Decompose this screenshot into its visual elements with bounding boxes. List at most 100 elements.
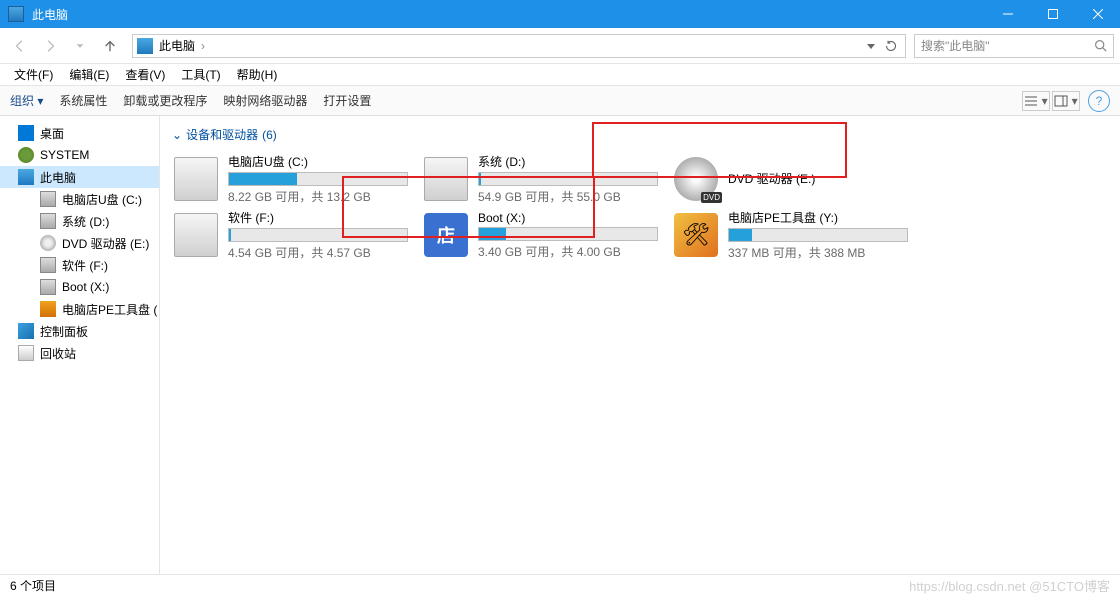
item-count: 6 个项目 — [10, 577, 56, 594]
tree-label: Boot (X:) — [62, 280, 109, 294]
disk-drive-icon — [174, 213, 218, 257]
tree-label: 控制面板 — [40, 323, 88, 340]
title-bar: 此电脑 — [0, 0, 1120, 28]
storage-bar — [228, 228, 408, 242]
search-input[interactable]: 搜索"此电脑" — [914, 34, 1114, 58]
cmd-sysprop[interactable]: 系统属性 — [59, 92, 107, 109]
drive-e[interactable]: DVD 驱动器 (E:) — [668, 151, 918, 207]
menu-edit[interactable]: 编辑(E) — [63, 64, 115, 85]
search-icon — [1094, 39, 1107, 52]
tree-label: 软件 (F:) — [62, 257, 108, 274]
window-title: 此电脑 — [32, 6, 68, 23]
storage-bar — [228, 172, 408, 186]
drive-x[interactable]: 店 Boot (X:) 3.40 GB 可用，共 4.00 GB — [418, 207, 668, 263]
nav-tree[interactable]: 桌面 SYSTEM 此电脑电脑店U盘 (C:) 系统 (D:) DVD 驱动器 (E:)… — [0, 116, 160, 574]
preview-pane-button[interactable]: ▾ — [1052, 91, 1080, 111]
pc-icon — [137, 38, 153, 54]
tree-label: DVD 驱动器 (E:) — [62, 235, 149, 252]
forward-button[interactable] — [36, 32, 64, 60]
group-title: 设备和驱动器 — [186, 126, 258, 143]
drive-icon — [40, 257, 56, 273]
storage-bar — [478, 227, 658, 241]
drive-name: 电脑店PE工具盘 (Y:) — [728, 209, 912, 226]
maximize-button[interactable] — [1030, 0, 1075, 28]
back-button[interactable] — [6, 32, 34, 60]
tree-drive-c[interactable]: 电脑店U盘 (C:) — [0, 188, 159, 210]
recycle-icon — [18, 345, 34, 361]
breadcrumb-sep: › — [201, 39, 205, 53]
menu-bar: 文件(F)编辑(E)查看(V)工具(T)帮助(H) — [0, 64, 1120, 86]
drive-name: 系统 (D:) — [478, 153, 662, 170]
cmd-settings[interactable]: 打开设置 — [323, 92, 371, 109]
refresh-button[interactable] — [881, 35, 901, 57]
tree-ctrl-panel[interactable]: 控制面板 — [0, 320, 159, 342]
storage-bar — [478, 172, 658, 186]
drive-y[interactable]: 电脑店PE工具盘 (Y:) 337 MB 可用，共 388 MB — [668, 207, 918, 263]
disk-drive-icon — [424, 157, 468, 201]
tree-drive-f[interactable]: 软件 (F:) — [0, 254, 159, 276]
drive-subtext: 8.22 GB 可用，共 13.2 GB — [228, 188, 412, 205]
minimize-button[interactable] — [985, 0, 1030, 28]
drive-subtext: 337 MB 可用，共 388 MB — [728, 244, 912, 261]
tree-drive-d[interactable]: 系统 (D:) — [0, 210, 159, 232]
drive-name: 软件 (F:) — [228, 209, 412, 226]
cmd-uninstall[interactable]: 卸载或更改程序 — [123, 92, 207, 109]
menu-tools[interactable]: 工具(T) — [175, 64, 226, 85]
tree-desktop[interactable]: 桌面 — [0, 122, 159, 144]
storage-bar — [728, 228, 908, 242]
nav-bar: 此电脑 › 搜索"此电脑" — [0, 28, 1120, 64]
drive-c[interactable]: 电脑店U盘 (C:) 8.22 GB 可用，共 13.2 GB — [168, 151, 418, 207]
desktop-icon — [18, 125, 34, 141]
close-button[interactable] — [1075, 0, 1120, 28]
tree-label: 电脑店U盘 (C:) — [62, 191, 142, 208]
pe-drive-icon — [674, 213, 718, 257]
group-count: (6) — [262, 128, 277, 142]
address-dropdown[interactable] — [861, 35, 881, 57]
drive-icon — [40, 279, 56, 295]
tree-label: 此电脑 — [40, 169, 76, 186]
drive-icon — [40, 213, 56, 229]
app-icon — [8, 6, 24, 22]
tree-drive-e[interactable]: DVD 驱动器 (E:) — [0, 232, 159, 254]
view-details-button[interactable]: ▾ — [1022, 91, 1050, 111]
menu-view[interactable]: 查看(V) — [119, 64, 171, 85]
tree-recycle[interactable]: 回收站 — [0, 342, 159, 364]
dvd-icon — [40, 235, 56, 251]
dvd-drive-icon — [674, 157, 718, 201]
menu-help[interactable]: 帮助(H) — [231, 64, 284, 85]
cmd-mapnet[interactable]: 映射网络驱动器 — [223, 92, 307, 109]
tree-label: 系统 (D:) — [62, 213, 109, 230]
tree-label: SYSTEM — [40, 148, 89, 162]
drive-d[interactable]: 系统 (D:) 54.9 GB 可用，共 55.0 GB — [418, 151, 668, 207]
tree-label: 回收站 — [40, 345, 76, 362]
chevron-down-icon: ⌄ — [172, 128, 182, 142]
tree-this-pc[interactable]: 此电脑 — [0, 166, 159, 188]
tree-system-user[interactable]: SYSTEM — [0, 144, 159, 166]
drive-name: 电脑店U盘 (C:) — [228, 153, 412, 170]
group-header-devices[interactable]: ⌄ 设备和驱动器 (6) — [172, 126, 1112, 143]
pe-icon — [40, 301, 56, 317]
menu-file[interactable]: 文件(F) — [8, 64, 59, 85]
command-bar: 组织 ▾ 系统属性卸载或更改程序映射网络驱动器打开设置 ▾ ▾ ? — [0, 86, 1120, 116]
tree-drive-x[interactable]: Boot (X:) — [0, 276, 159, 298]
tree-label: 桌面 — [40, 125, 64, 142]
recent-dropdown[interactable] — [66, 32, 94, 60]
pc-icon — [18, 169, 34, 185]
tree-label: 电脑店PE工具盘 ( — [62, 301, 157, 318]
help-button[interactable]: ? — [1088, 90, 1110, 112]
breadcrumb-root[interactable]: 此电脑 — [159, 37, 195, 54]
cmd-org[interactable]: 组织 ▾ — [10, 92, 43, 109]
content-pane[interactable]: ⌄ 设备和驱动器 (6) 电脑店U盘 (C:) 8.22 GB 可用，共 13.2… — [160, 116, 1120, 574]
boot-drive-icon: 店 — [424, 213, 468, 257]
watermark: https://blog.csdn.net @51CTO博客 — [909, 576, 1110, 595]
drive-subtext: 3.40 GB 可用，共 4.00 GB — [478, 243, 662, 260]
drive-name: Boot (X:) — [478, 211, 662, 225]
disk-drive-icon — [174, 157, 218, 201]
drive-subtext: 4.54 GB 可用，共 4.57 GB — [228, 244, 412, 261]
drive-f[interactable]: 软件 (F:) 4.54 GB 可用，共 4.57 GB — [168, 207, 418, 263]
tree-drive-y[interactable]: 电脑店PE工具盘 ( — [0, 298, 159, 320]
address-bar[interactable]: 此电脑 › — [132, 34, 906, 58]
up-button[interactable] — [96, 32, 124, 60]
drive-subtext: 54.9 GB 可用，共 55.0 GB — [478, 188, 662, 205]
cp-icon — [18, 323, 34, 339]
